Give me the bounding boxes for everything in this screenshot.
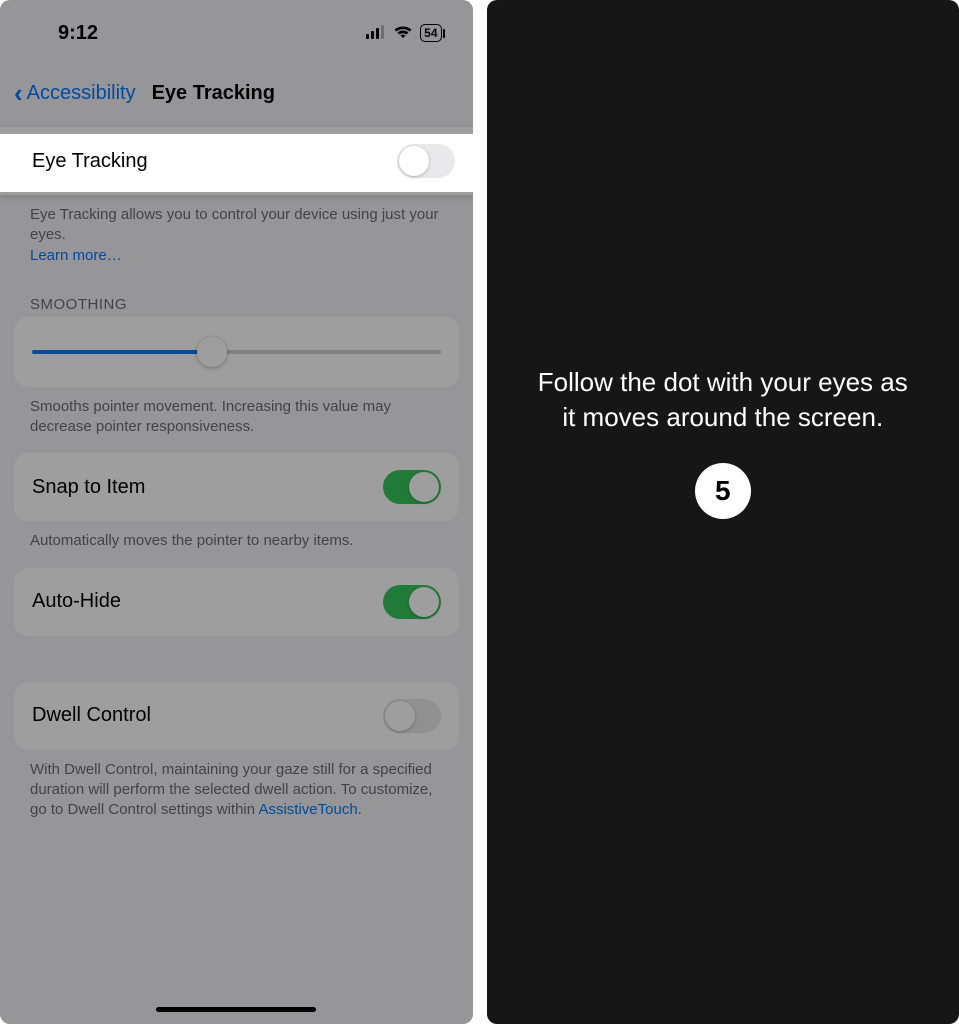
settings-screen: 9:12 54 ‹ Accessibility Eye Tracking [0,0,473,1024]
dwell-control-row[interactable]: Dwell Control [14,682,459,750]
snap-to-item-label: Snap to Item [32,476,145,499]
eye-tracking-toggle[interactable] [397,144,455,178]
smoothing-slider[interactable] [32,341,441,363]
auto-hide-row[interactable]: Auto-Hide [14,568,459,636]
auto-hide-toggle[interactable] [383,585,441,619]
eye-tracking-footer-text: Eye Tracking allows you to control your … [30,206,439,243]
status-icons: 54 [366,22,444,45]
calibration-countdown: 5 [695,463,751,519]
wifi-icon [393,22,413,45]
assistivetouch-link[interactable]: AssistiveTouch [258,801,357,818]
learn-more-link[interactable]: Learn more… [30,247,122,264]
dwell-control-footer-end: . [358,801,362,818]
auto-hide-label: Auto-Hide [32,590,121,613]
snap-to-item-footer: Automatically moves the pointer to nearb… [0,521,473,561]
page-title: Eye Tracking [152,82,275,105]
status-time: 9:12 [28,22,98,45]
dwell-control-toggle[interactable] [383,699,441,733]
battery-level: 54 [424,26,437,40]
auto-hide-spacer [0,636,473,676]
back-button[interactable]: Accessibility [27,82,136,105]
snap-to-item-toggle[interactable] [383,470,441,504]
dwell-control-footer: With Dwell Control, maintaining your gaz… [0,750,473,831]
battery-icon: 54 [420,24,444,42]
dwell-control-footer-text: With Dwell Control, maintaining your gaz… [30,761,432,819]
eye-tracking-footer: Eye Tracking allows you to control your … [0,195,473,276]
eye-tracking-row[interactable]: Eye Tracking [0,127,473,195]
status-bar: 9:12 54 [0,0,473,50]
back-chevron-icon[interactable]: ‹ [14,78,23,109]
smoothing-slider-row [14,317,459,387]
calibration-screen: Follow the dot with your eyes as it move… [487,0,959,1024]
calibration-instruction: Follow the dot with your eyes as it move… [535,365,912,435]
snap-to-item-row[interactable]: Snap to Item [14,453,459,521]
eye-tracking-label: Eye Tracking [32,150,148,173]
nav-bar: ‹ Accessibility Eye Tracking [0,50,473,127]
smoothing-header: SMOOTHING [0,276,473,317]
home-indicator[interactable] [156,1007,316,1012]
dwell-control-label: Dwell Control [32,704,151,727]
smoothing-footer: Smooths pointer movement. Increasing thi… [0,387,473,448]
cellular-icon [366,22,386,45]
smoothing-slider-knob[interactable] [197,337,227,367]
